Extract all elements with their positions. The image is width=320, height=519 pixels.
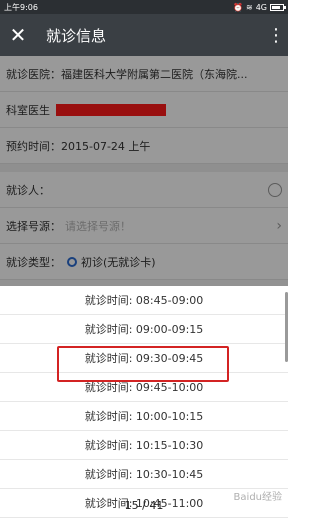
wifi-icon: ≋ — [246, 2, 253, 12]
time-option[interactable]: 就诊时间: 10:30-10:45 — [0, 460, 288, 489]
status-icons: ⏰ ≋ 4G — [233, 2, 286, 12]
time-option[interactable]: 就诊时间: 08:45-09:00 — [0, 286, 288, 315]
appointment-label: 预约时间： — [6, 139, 61, 153]
doctor-row: 科室医生 — [0, 92, 288, 128]
visit-type-value: 初诊(无就诊卡) — [81, 255, 156, 269]
chevron-right-icon[interactable]: › — [276, 218, 282, 234]
close-icon[interactable]: ✕ — [0, 23, 36, 47]
appointment-row: 预约时间： 2015-07-24 上午 — [0, 128, 288, 164]
person-icon[interactable] — [268, 182, 282, 197]
doctor-label: 科室医生 — [6, 103, 50, 117]
doctor-redacted — [56, 103, 166, 116]
app-bar: ✕ 就诊信息 ⋮ — [0, 14, 288, 56]
source-placeholder: 请选择号源！ — [65, 219, 131, 233]
watermark: Baidu经验 — [233, 492, 282, 503]
alarm-icon: ⏰ — [233, 2, 243, 12]
patient-row[interactable]: 就诊人： — [0, 172, 288, 208]
source-row[interactable]: 选择号源： 请选择号源！ › — [0, 208, 288, 244]
selected-time-highlight — [57, 346, 229, 382]
picker-scrollbar[interactable] — [285, 292, 288, 362]
status-time: 上午9:06 — [4, 2, 38, 12]
network-label: 4G — [255, 2, 267, 12]
time-option[interactable]: 就诊时间: 10:00-10:15 — [0, 402, 288, 431]
visit-type-row[interactable]: 就诊类型： 初诊(无就诊卡) — [0, 244, 288, 280]
hospital-label: 就诊医院： — [6, 67, 61, 81]
page-title: 就诊信息 — [46, 26, 107, 45]
patient-label: 就诊人： — [6, 183, 50, 197]
appointment-value: 2015-07-24 上午 — [61, 139, 151, 153]
status-bar: 上午9:06 ⏰ ≋ 4G — [0, 0, 288, 14]
hospital-row: 就诊医院： 福建医科大学附属第二医院（东海院... — [0, 56, 288, 92]
section-gap — [0, 164, 288, 172]
battery-icon — [270, 3, 286, 11]
radio-icon[interactable] — [67, 256, 77, 267]
time-option[interactable]: 就诊时间: 10:15-10:30 — [0, 431, 288, 460]
visit-type-label: 就诊类型： — [6, 255, 61, 269]
hospital-value: 福建医科大学附属第二医院（东海院... — [61, 67, 248, 81]
time-picker[interactable]: 就诊时间: 08:45-09:00 就诊时间: 09:00-09:15 就诊时间… — [0, 286, 288, 519]
source-label: 选择号源： — [6, 219, 61, 233]
time-option[interactable]: 就诊时间: 09:00-09:15 — [0, 315, 288, 344]
more-options-icon[interactable]: ⋮ — [264, 25, 288, 46]
